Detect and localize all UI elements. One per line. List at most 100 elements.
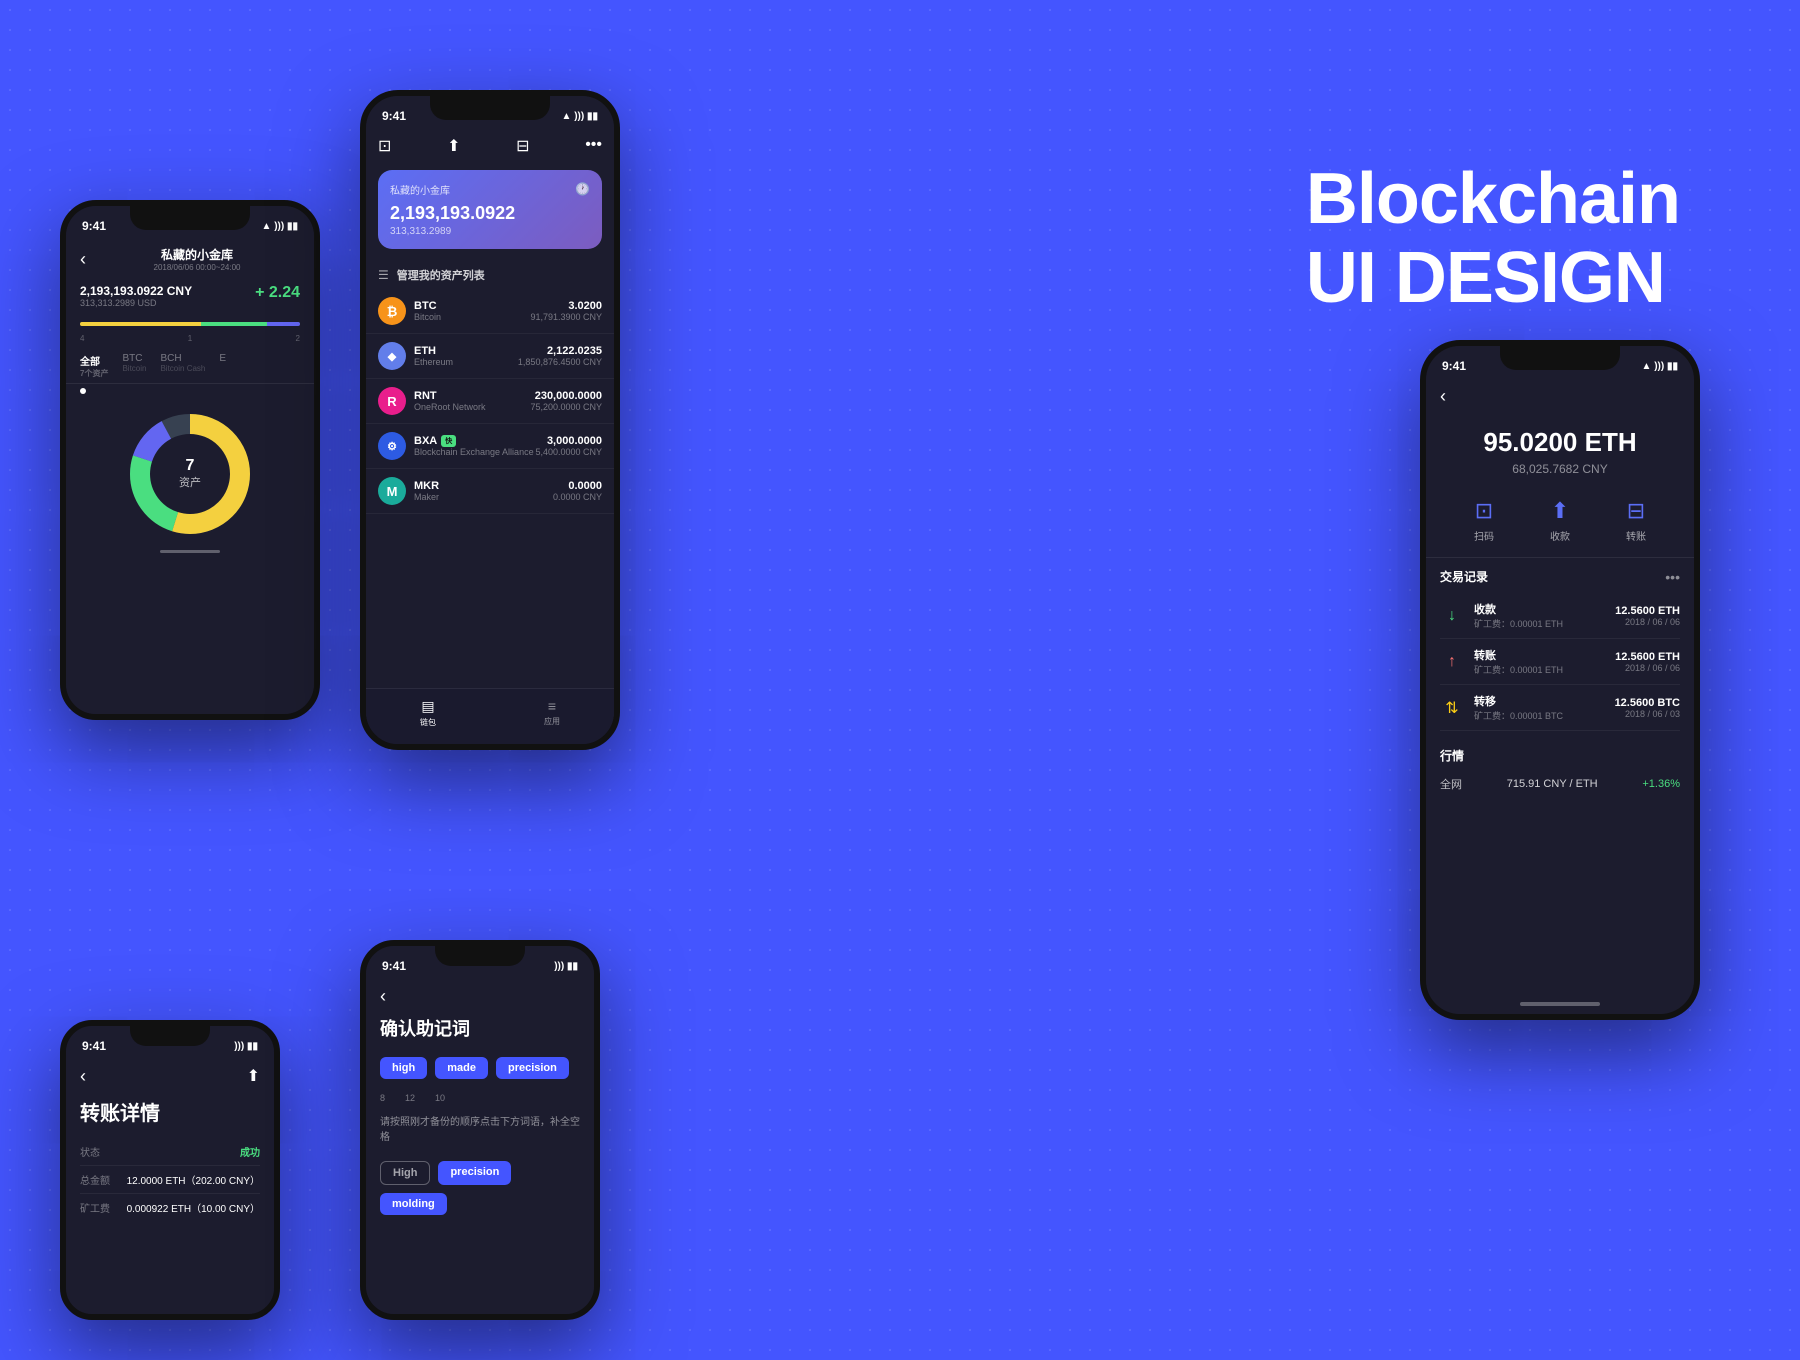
upload-btn[interactable]: ⬆ (247, 1066, 260, 1087)
status-time: 9:41 (82, 1039, 106, 1053)
mkr-info: MKR Maker (414, 480, 553, 502)
market-title: 行情 (1440, 747, 1464, 764)
asset-item-btc[interactable]: ₿ BTC Bitcoin 3.0200 91,791.3900 CNY (366, 289, 614, 334)
rnt-name: OneRoot Network (414, 402, 530, 412)
bxa-cny: 5,400.0000 CNY (535, 447, 602, 457)
market-section: 行情 全网 715.91 CNY / ETH +1.36% (1426, 737, 1694, 804)
transfer-action[interactable]: ⊟ 转账 (1626, 498, 1646, 543)
receive-action[interactable]: ⬆ 收款 (1550, 498, 1570, 543)
phone-asset-list: 9:41 ▲ ))) ▮▮ ⊡ ⬆ ⊟ ••• 私藏的小金库 🕐 2,193,1… (360, 90, 620, 750)
nav-apps[interactable]: ≡ 应用 (544, 698, 560, 727)
bottom-word-tags: High precision molding (366, 1157, 594, 1219)
assets-section-header: ☰ 管理我的资产列表 (366, 257, 614, 289)
market-header: 行情 (1440, 747, 1680, 764)
progress-bar (80, 322, 300, 326)
tx-transfer[interactable]: ↑ 转账 矿工费：0.00001 ETH 12.5600 ETH 2018 / … (1440, 639, 1680, 685)
more-icon[interactable]: ••• (585, 136, 602, 156)
eth-info: ETH Ethereum (414, 345, 518, 367)
tx-receive-type: 收款 (1474, 601, 1615, 617)
svg-text:7: 7 (186, 457, 195, 474)
upload-icon[interactable]: ⬆ (447, 136, 460, 156)
toolbar: ⊡ ⬆ ⊟ ••• (366, 132, 614, 162)
info-row-total: 总金额 12.0000 ETH（202.00 CNY） (80, 1166, 260, 1194)
mkr-symbol: MKR (414, 480, 553, 492)
word-tag-made[interactable]: made (435, 1057, 488, 1079)
mkr-name: Maker (414, 492, 553, 502)
tx-transfer-amount: 12.5600 ETH (1615, 651, 1680, 663)
rnt-icon: R (378, 387, 406, 415)
total-value: 12.0000 ETH（202.00 CNY） (127, 1172, 260, 1187)
tx-more-icon[interactable]: ••• (1665, 569, 1680, 585)
tx-receive-date: 2018 / 06 / 06 (1615, 617, 1680, 627)
bxa-symbol: BXA (414, 435, 437, 447)
back-btn[interactable]: ‹ (380, 986, 386, 1006)
tx-transfer-fee: 矿工费：0.00001 ETH (1474, 663, 1615, 676)
btc-symbol: BTC (414, 300, 530, 312)
asset-item-bxa[interactable]: ⚙ BXA 快 Blockchain Exchange Alliance 3,0… (366, 424, 614, 469)
eth-cny: 1,850,876.4500 CNY (518, 357, 602, 367)
tab-eth[interactable]: E (219, 353, 226, 379)
transfer-tx-icon: ↑ (1440, 650, 1464, 674)
asset-item-eth[interactable]: ◆ ETH Ethereum 2,122.0235 1,850,876.4500… (366, 334, 614, 379)
phone-confirm-mnemonic: 9:41 ))) ▮▮ ‹ 确认助记词 high made precision … (360, 940, 600, 1320)
rnt-cny: 75,200.0000 CNY (530, 402, 602, 412)
tab-all[interactable]: 全部7个资产 (80, 353, 108, 379)
tab-bch[interactable]: BCHBitcoin Cash (160, 353, 205, 379)
mkr-amounts: 0.0000 0.0000 CNY (553, 480, 602, 502)
word-tag-high-outline[interactable]: High (380, 1161, 430, 1185)
scan-icon[interactable]: ⊡ (378, 136, 391, 156)
word-tag-precision[interactable]: precision (496, 1057, 569, 1079)
tx-transfer-type: 转账 (1474, 647, 1615, 663)
change-badge: + 2.24 (255, 284, 300, 302)
title-line1: Blockchain UI DESIGN (1306, 160, 1680, 318)
tx-transfer-date: 2018 / 06 / 06 (1615, 663, 1680, 673)
back-button[interactable]: ‹ (1440, 386, 1446, 406)
scan-label: 扫码 (1474, 528, 1494, 543)
progress-seg3 (267, 322, 300, 326)
btc-info: BTC Bitcoin (414, 300, 530, 322)
receive-action-icon: ⬆ (1551, 498, 1569, 524)
phone-notch (1500, 346, 1620, 370)
eth-main-amount: 95.0200 ETH (1426, 427, 1694, 458)
tabs-row: 全部7个资产 BTCBitcoin BCHBitcoin Cash E (66, 345, 314, 384)
bxa-amount: 3,000.0000 (535, 435, 602, 447)
tx-receive-info: 收款 矿工费：0.00001 ETH (1474, 601, 1615, 630)
asset-item-rnt[interactable]: R RNT OneRoot Network 230,000.0000 75,20… (366, 379, 614, 424)
asset-item-mkr[interactable]: M MKR Maker 0.0000 0.0000 CNY (366, 469, 614, 514)
word-tag-high[interactable]: high (380, 1057, 427, 1079)
market-label: 全网 (1440, 776, 1462, 792)
back-icon[interactable]: ‹ (80, 249, 86, 270)
tx-move[interactable]: ⇅ 转移 矿工费：0.00001 BTC 12.5600 BTC 2018 / … (1440, 685, 1680, 731)
word-tag-molding[interactable]: molding (380, 1193, 447, 1215)
status-icons: ))) ▮▮ (234, 1041, 258, 1052)
info-row-status: 状态 成功 (80, 1138, 260, 1166)
eth-amount: 2,122.0235 (518, 345, 602, 357)
logout-icon[interactable]: ⊟ (516, 136, 529, 156)
wallet-title: 私藏的小金库 (94, 246, 300, 263)
tx-title: 交易记录 (1440, 568, 1488, 585)
back-row: ‹ (366, 982, 594, 1011)
number-indicators: 8 12 10 (366, 1089, 594, 1109)
tx-receive[interactable]: ↓ 收款 矿工费：0.00001 ETH 12.5600 ETH 2018 / … (1440, 593, 1680, 639)
card-clock-icon: 🕐 (575, 182, 590, 197)
scan-action-icon: ⊡ (1475, 498, 1493, 524)
nav-wallet[interactable]: ▤ 链包 (420, 698, 436, 728)
balance-cny: 2,193,193.0922 CNY (80, 284, 192, 298)
move-tx-icon: ⇅ (1440, 696, 1464, 720)
eth-amounts: 2,122.0235 1,850,876.4500 CNY (518, 345, 602, 367)
tx-move-date: 2018 / 06 / 03 (1615, 709, 1680, 719)
back-btn[interactable]: ‹ (80, 1066, 86, 1087)
phone-notch (130, 206, 250, 230)
scan-action[interactable]: ⊡ 扫码 (1474, 498, 1494, 543)
num-10: 10 (435, 1093, 445, 1103)
status-time: 9:41 (382, 109, 406, 123)
phone-portfolio: 9:41 ▲ ))) ▮▮ ‹ 私藏的小金库 2018/06/06 00:00~… (60, 200, 320, 720)
bottom-nav: ▤ 链包 ≡ 应用 (366, 688, 614, 744)
page-content: Blockchain UI DESIGN 9:41 ▲ ))) ▮▮ ‹ 私藏的… (0, 0, 1800, 1360)
word-tag-precision-bottom[interactable]: precision (438, 1161, 511, 1185)
tab-btc[interactable]: BTCBitcoin (122, 353, 146, 379)
phone-notch (430, 96, 550, 120)
market-price: 715.91 CNY / ETH (1507, 778, 1598, 790)
fee-value: 0.000922 ETH（10.00 CNY） (127, 1200, 260, 1215)
action-row: ⊡ 扫码 ⬆ 收款 ⊟ 转账 (1426, 488, 1694, 558)
